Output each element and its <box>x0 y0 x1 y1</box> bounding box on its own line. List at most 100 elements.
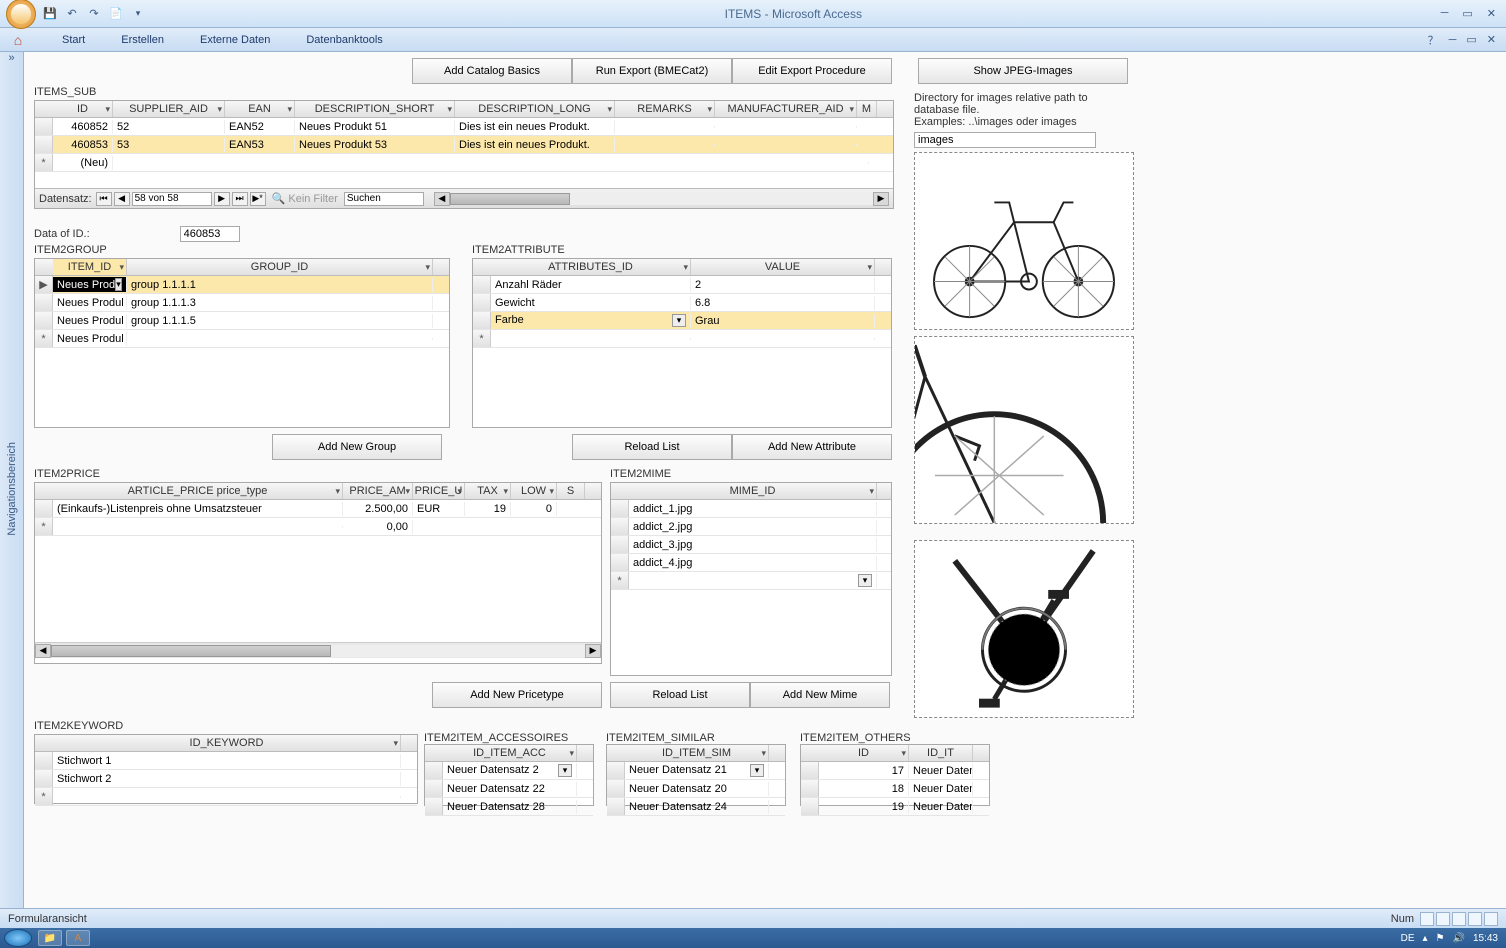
add-catalog-basics-button[interactable]: Add Catalog Basics <box>412 58 572 84</box>
cell-desc-short[interactable]: Neues Produkt 51 <box>295 120 455 134</box>
data-of-id-input[interactable] <box>180 226 240 242</box>
show-jpeg-images-button[interactable]: Show JPEG-Images <box>918 58 1128 84</box>
nav-first-icon[interactable]: ⏮ <box>96 192 112 206</box>
col-id-item-sim[interactable]: ID_ITEM_SIM▾ <box>625 745 769 761</box>
hscroll-left-icon[interactable]: ◀ <box>35 644 51 658</box>
col-id[interactable]: ID▾ <box>819 745 909 761</box>
reload-attribute-list-button[interactable]: Reload List <box>572 434 732 460</box>
col-price-type[interactable]: ARTICLE_PRICE price_type▾ <box>53 483 343 499</box>
col-price-am[interactable]: PRICE_AM▾ <box>343 483 413 499</box>
reload-mime-list-button[interactable]: Reload List <box>610 682 750 708</box>
minimize-button[interactable]: ─ <box>1441 7 1449 20</box>
add-new-pricetype-button[interactable]: Add New Pricetype <box>432 682 602 708</box>
hscroll-thumb[interactable] <box>450 193 570 205</box>
hscroll-left-icon[interactable]: ◀ <box>434 192 450 206</box>
view-switcher[interactable] <box>1420 912 1498 926</box>
doc-restore-button[interactable]: ▭ <box>1466 33 1476 46</box>
restore-button[interactable]: ▭ <box>1462 7 1472 20</box>
run-export-button[interactable]: Run Export (BMECat2) <box>572 58 732 84</box>
col-attributes-id[interactable]: ATTRIBUTES_ID▾ <box>491 259 691 275</box>
item2group-grid[interactable]: ITEM_ID▾ GROUP_ID▾ ▶ Neues Prod▾ group 1… <box>34 258 450 428</box>
dropdown-icon[interactable]: ▾ <box>858 574 872 587</box>
col-m[interactable]: M <box>857 101 877 117</box>
col-desc-long[interactable]: DESCRIPTION_LONG▾ <box>455 101 615 117</box>
col-id[interactable]: ID▾ <box>53 101 113 117</box>
col-mime-id[interactable]: MIME_ID▾ <box>629 483 877 499</box>
col-value[interactable]: VALUE▾ <box>691 259 875 275</box>
col-s[interactable]: S <box>557 483 585 499</box>
window-titlebar: 💾 ↶ ↷ 📄 ▾ ITEMS - Microsoft Access ─ ▭ ✕ <box>0 0 1506 28</box>
col-desc-short[interactable]: DESCRIPTION_SHORT▾ <box>295 101 455 117</box>
col-item-id[interactable]: ITEM_ID▾ <box>53 259 127 275</box>
help-icon[interactable]: ？ <box>1428 32 1439 48</box>
navpane-toggle-icon[interactable]: » <box>0 52 23 70</box>
cell-id[interactable]: 460852 <box>53 120 113 134</box>
col-id-keyword[interactable]: ID_KEYWORD▾ <box>53 735 401 751</box>
add-new-attribute-button[interactable]: Add New Attribute <box>732 434 892 460</box>
images-path-input[interactable] <box>914 132 1096 148</box>
tray-flag-icon[interactable]: ⚑ <box>1436 933 1445 944</box>
dropdown-icon[interactable]: ▾ <box>558 764 572 777</box>
start-button[interactable] <box>4 929 32 947</box>
ribbon-tab-start[interactable]: Start <box>44 34 103 46</box>
office-button[interactable] <box>6 0 36 29</box>
undo-icon[interactable]: ↶ <box>64 6 80 22</box>
item2mime-grid[interactable]: MIME_ID▾ addict_1.jpg addict_2.jpg addic… <box>610 482 892 676</box>
item2keyword-grid[interactable]: ID_KEYWORD▾ Stichwort 1 Stichwort 2 * <box>34 734 418 804</box>
hscroll-thumb[interactable] <box>51 645 331 657</box>
ribbon-tab-datenbanktools[interactable]: Datenbanktools <box>288 34 400 46</box>
col-tax[interactable]: TAX▾ <box>465 483 511 499</box>
cell-id[interactable]: 460853 <box>53 138 113 152</box>
col-id-item-acc[interactable]: ID_ITEM_ACC▾ <box>443 745 577 761</box>
tray-up-icon[interactable]: ▴ <box>1423 933 1428 944</box>
doc-close-button[interactable]: ✕ <box>1487 33 1496 46</box>
col-remarks[interactable]: REMARKS▾ <box>615 101 715 117</box>
access-taskbar-icon[interactable]: A <box>66 930 90 946</box>
language-indicator[interactable]: DE <box>1401 933 1415 944</box>
new-icon[interactable]: 📄 <box>108 6 124 22</box>
redo-icon[interactable]: ↷ <box>86 6 102 22</box>
item2attribute-grid[interactable]: ATTRIBUTES_ID▾ VALUE▾ Anzahl Räder2 Gewi… <box>472 258 892 428</box>
col-price-u[interactable]: PRICE_U▾ <box>413 483 465 499</box>
ribbon-tab-erstellen[interactable]: Erstellen <box>103 34 182 46</box>
nav-prev-icon[interactable]: ◀ <box>114 192 130 206</box>
tray-clock[interactable]: 15:43 <box>1473 933 1498 944</box>
col-id-it[interactable]: ID_IT <box>909 745 973 761</box>
close-button[interactable]: ✕ <box>1487 7 1496 20</box>
new-row-label[interactable]: (Neu) <box>53 156 113 170</box>
cell-item-selected[interactable]: Neues Prod▾ <box>53 277 127 292</box>
add-new-mime-button[interactable]: Add New Mime <box>750 682 890 708</box>
item2price-grid[interactable]: ARTICLE_PRICE price_type▾ PRICE_AM▾ PRIC… <box>34 482 602 664</box>
tray-volume-icon[interactable]: 🔊 <box>1453 933 1465 944</box>
nav-next-icon[interactable]: ▶ <box>214 192 230 206</box>
explorer-taskbar-icon[interactable]: 📁 <box>38 930 62 946</box>
items-sub-grid[interactable]: ID▾ SUPPLIER_AID▾ EAN▾ DESCRIPTION_SHORT… <box>34 100 894 209</box>
item2item-acc-grid[interactable]: ID_ITEM_ACC▾ Neuer Datensatz 2▾ Neuer Da… <box>424 744 594 806</box>
navigation-pane-collapsed[interactable]: » Navigationsbereich <box>0 52 24 908</box>
cell-supplier[interactable]: 52 <box>113 120 225 134</box>
col-low[interactable]: LOW▾ <box>511 483 557 499</box>
item2item-oth-grid[interactable]: ID▾ID_IT 17Neuer Daten 18Neuer Daten 19N… <box>800 744 990 806</box>
nav-last-icon[interactable]: ⏭ <box>232 192 248 206</box>
save-icon[interactable]: 💾 <box>42 6 58 22</box>
cell-desc-long[interactable]: Dies ist ein neues Produkt. <box>455 120 615 134</box>
dropdown-icon[interactable]: ▾ <box>672 314 686 327</box>
col-supplier-aid[interactable]: SUPPLIER_AID▾ <box>113 101 225 117</box>
item2item-sim-grid[interactable]: ID_ITEM_SIM▾ Neuer Datensatz 21▾ Neuer D… <box>606 744 786 806</box>
cell-ean[interactable]: EAN52 <box>225 120 295 134</box>
nav-position-input[interactable] <box>132 192 212 206</box>
hscroll-right-icon[interactable]: ▶ <box>873 192 889 206</box>
add-new-group-button[interactable]: Add New Group <box>272 434 442 460</box>
edit-export-procedure-button[interactable]: Edit Export Procedure <box>732 58 892 84</box>
nav-new-icon[interactable]: ▶* <box>250 192 266 206</box>
col-ean[interactable]: EAN▾ <box>225 101 295 117</box>
bike-image-3 <box>915 541 1133 717</box>
dropdown-icon[interactable]: ▾ <box>750 764 764 777</box>
nav-search-input[interactable] <box>344 192 424 206</box>
qat-dropdown-icon[interactable]: ▾ <box>130 6 146 22</box>
ribbon-tab-externe-daten[interactable]: Externe Daten <box>182 34 288 46</box>
col-manufacturer-aid[interactable]: MANUFACTURER_AID▾ <box>715 101 857 117</box>
col-group-id[interactable]: GROUP_ID▾ <box>127 259 433 275</box>
hscroll-right-icon[interactable]: ▶ <box>585 644 601 658</box>
doc-minimize-button[interactable]: ─ <box>1449 34 1457 46</box>
